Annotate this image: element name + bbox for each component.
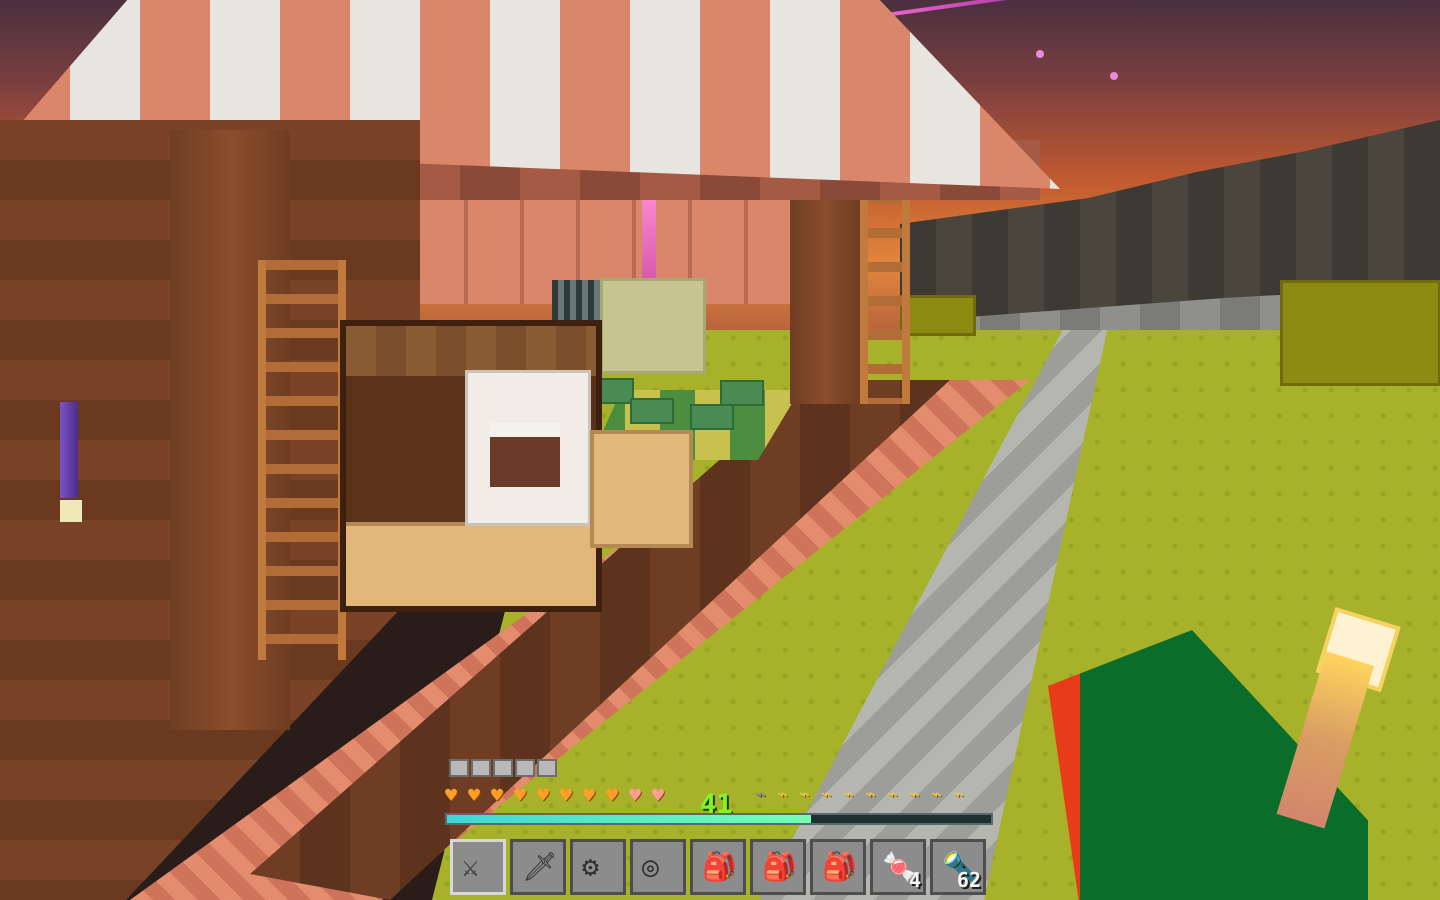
green-backpack-icon: 🎒 [702, 850, 737, 883]
heart-icon: ♥ [583, 783, 596, 807]
shrub [690, 404, 734, 430]
hunger-icon: ⌁ [777, 784, 788, 805]
armor-icon [493, 759, 513, 777]
armor-icon [537, 759, 557, 777]
heart-icon: ♥ [514, 783, 527, 807]
health-bar: ♥ ♥ ♥ ♥ ♥ ♥ ♥ ♥ ♥ ♥ [445, 785, 674, 805]
experience-bar [445, 813, 993, 825]
hotbar-slot-1[interactable]: ⚔ [450, 839, 506, 895]
crate-lid [346, 326, 596, 376]
cake-icon [490, 423, 560, 487]
armor-icon [515, 759, 535, 777]
heart-icon: ♥ [560, 783, 573, 807]
shrub [630, 398, 674, 424]
hotbar[interactable]: ⚔ 🗡 ⚙ ◎ 🎒 🎒 🎒 🍬 4 🔦 62 [450, 839, 986, 895]
hunger-icon: ⌁ [799, 784, 810, 805]
armor-icon [471, 759, 491, 777]
sky-particle [1110, 72, 1118, 80]
wooden-bench [590, 430, 693, 548]
hotbar-slot-9[interactable]: 🔦 62 [930, 839, 986, 895]
ladder [258, 260, 346, 660]
stone-sword-icon: 🗡 [522, 850, 558, 883]
hotbar-slot-8[interactable]: 🍬 4 [870, 839, 926, 895]
armor-bar [449, 759, 557, 777]
heart-icon: ♥ [468, 783, 481, 807]
hotbar-slot-2[interactable]: 🗡 [510, 839, 566, 895]
hotbar-slot-4[interactable]: ◎ [630, 839, 686, 895]
feather-sword-icon: ⚔ [462, 850, 479, 883]
white-backpack-icon: 🎒 [762, 850, 797, 883]
heart-icon: ♥ [629, 783, 642, 807]
hunger-bar: ⌁ ⌁ ⌁ ⌁ ⌁ ⌁ ⌁ ⌁ ⌁ ⌁ [755, 785, 974, 805]
hunger-icon: ⌁ [887, 784, 898, 805]
spiral-icon: ◎ [642, 850, 659, 883]
hotbar-slot-7[interactable]: 🎒 [810, 839, 866, 895]
sand-block [600, 278, 706, 374]
hunger-icon: ⌁ [931, 784, 942, 805]
hunger-icon: ⌁ [755, 784, 766, 805]
side-lever [60, 402, 82, 522]
yellow-backpack-icon: 🎒 [822, 850, 857, 883]
sky-particle [1036, 50, 1044, 58]
heart-icon: ♥ [537, 783, 550, 807]
hunger-icon: ⌁ [821, 784, 832, 805]
blue-spring-icon: ⚙ [582, 850, 599, 883]
hotbar-slot-6[interactable]: 🎒 [750, 839, 806, 895]
hedge-block [1280, 280, 1440, 386]
heart-icon: ♥ [491, 783, 504, 807]
wood-post [790, 194, 860, 404]
ladder [860, 194, 910, 404]
lever-tip [60, 500, 82, 522]
heart-icon: ♥ [445, 783, 458, 807]
hunger-icon: ⌁ [843, 784, 854, 805]
shrub [720, 380, 764, 406]
heart-icon: ♥ [606, 783, 619, 807]
item-count: 4 [908, 868, 921, 892]
item-count: 62 [956, 868, 981, 892]
hud: ♥ ♥ ♥ ♥ ♥ ♥ ♥ ♥ ♥ ♥ 41 ⌁ ⌁ ⌁ ⌁ ⌁ ⌁ ⌁ ⌁ ⌁ ⌁ ⚔ 🗡 ⚙ ◎ 🎒 🎒 🎒 🍬 4 🔦 62 [445, 755, 1005, 900]
hotbar-slot-5[interactable]: 🎒 [690, 839, 746, 895]
hunger-icon: ⌁ [909, 784, 920, 805]
hedge-block [900, 295, 976, 336]
hunger-icon: ⌁ [865, 784, 876, 805]
lever-stem [60, 402, 78, 498]
hotbar-slot-3[interactable]: ⚙ [570, 839, 626, 895]
armor-icon [449, 759, 469, 777]
cake-sign [465, 370, 591, 526]
crate-drawer [346, 522, 596, 606]
heart-icon: ♥ [652, 783, 665, 807]
experience-fill [447, 815, 812, 823]
hunger-icon: ⌁ [953, 784, 964, 805]
